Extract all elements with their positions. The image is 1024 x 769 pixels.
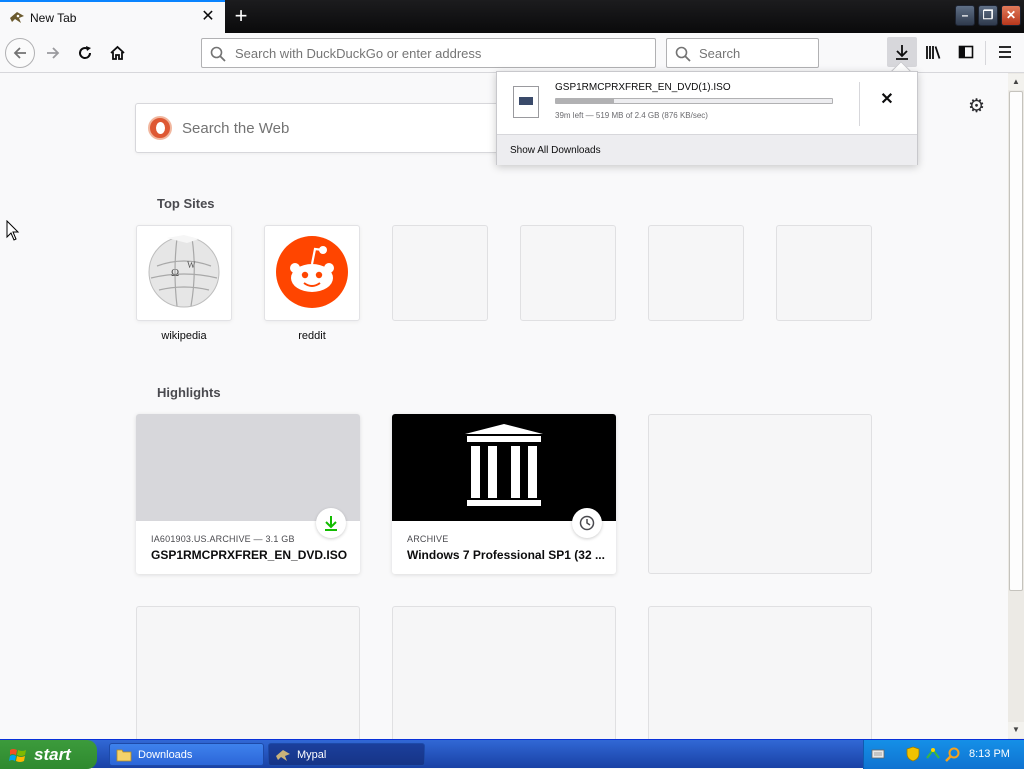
top-site-empty[interactable] — [392, 225, 488, 321]
tab-close-icon[interactable]: ✕ — [200, 7, 216, 27]
download-progress-fill — [556, 99, 614, 103]
search-icon — [675, 46, 691, 62]
clock[interactable]: 8:13 PM — [969, 748, 1010, 760]
vertical-scrollbar[interactable]: ▲ ▼ — [1008, 73, 1024, 739]
top-site-wikipedia[interactable]: Ω W — [136, 225, 232, 321]
iso-file-icon — [513, 86, 539, 118]
sidebar-icon — [958, 45, 974, 59]
taskbar-item-label: Mypal — [297, 749, 327, 761]
top-site-label[interactable]: reddit — [264, 330, 360, 342]
web-search-box[interactable]: Search the Web — [135, 103, 515, 153]
network-icon[interactable] — [925, 746, 941, 762]
highlight-source: ARCHIVE — [407, 534, 449, 544]
top-site-label[interactable]: wikipedia — [136, 330, 232, 342]
start-button[interactable]: start — [0, 740, 97, 769]
home-button[interactable] — [102, 38, 132, 68]
menu-button[interactable] — [990, 37, 1020, 67]
search-icon — [210, 46, 226, 62]
highlights-title: Highlights — [157, 385, 221, 400]
reddit-icon — [276, 236, 348, 308]
downloads-panel: GSP1RMCPRXFRER_EN_DVD(1).ISO 39m left — … — [496, 71, 918, 165]
svg-text:Ω: Ω — [171, 267, 179, 279]
panel-divider — [859, 82, 860, 126]
security-shield-icon[interactable] — [906, 746, 920, 762]
library-icon — [926, 46, 941, 59]
highlight-badge — [316, 508, 346, 538]
keyboard-icon[interactable] — [871, 748, 885, 760]
search-bar[interactable] — [666, 38, 819, 68]
toolbar-divider — [985, 41, 986, 65]
minimize-button[interactable]: – — [955, 5, 975, 26]
show-all-downloads-button[interactable]: Show All Downloads — [497, 134, 917, 165]
highlight-badge — [572, 508, 602, 538]
top-site-reddit[interactable] — [264, 225, 360, 321]
windows-flag-icon — [9, 749, 26, 762]
highlight-source: IA601903.US.ARCHIVE — 3.1 GB — [151, 534, 295, 544]
new-tab-button[interactable]: + — [229, 3, 253, 29]
close-window-button[interactable]: ✕ — [1001, 5, 1021, 26]
reload-button[interactable] — [70, 38, 100, 68]
top-sites-title: Top Sites — [157, 196, 215, 211]
wikipedia-icon: Ω W — [148, 235, 220, 308]
forward-button[interactable] — [38, 38, 68, 68]
highlight-card[interactable]: ARCHIVE Windows 7 Professional SP1 (32 .… — [392, 414, 616, 574]
back-arrow-icon — [13, 47, 26, 59]
mouse-cursor-icon — [6, 220, 20, 241]
top-site-empty[interactable] — [776, 225, 872, 321]
home-icon — [109, 45, 125, 60]
download-progress-bar — [555, 98, 833, 104]
download-file-name[interactable]: GSP1RMCPRXFRER_EN_DVD(1).ISO — [555, 82, 731, 93]
address-input[interactable] — [233, 39, 651, 67]
start-label: start — [34, 745, 71, 764]
taskbar-item-label: Downloads — [138, 749, 193, 761]
download-status: 39m left — 519 MB of 2.4 GB (876 KB/sec) — [555, 111, 708, 120]
cancel-download-icon[interactable]: ✕ — [877, 90, 897, 110]
scrollbar-thumb[interactable] — [1009, 91, 1023, 591]
taskbar-item-mypal[interactable]: Mypal — [268, 743, 425, 766]
tab-new-tab[interactable]: New Tab ✕ — [0, 0, 225, 33]
archive-building-icon — [465, 424, 543, 506]
folder-icon — [116, 749, 132, 762]
highlight-title: Windows 7 Professional SP1 (32 ... — [407, 548, 605, 562]
search-tray-icon[interactable] — [945, 746, 961, 762]
taskbar: start Downloads Mypal 8:13 PM — [0, 739, 1024, 769]
back-button[interactable] — [5, 38, 35, 68]
highlight-thumbnail — [136, 414, 360, 521]
address-bar[interactable] — [201, 38, 656, 68]
scroll-up-arrow-icon[interactable]: ▲ — [1008, 74, 1024, 90]
top-site-empty[interactable] — [648, 225, 744, 321]
library-button[interactable] — [919, 37, 949, 67]
highlight-card[interactable]: IA601903.US.ARCHIVE — 3.1 GB GSP1RMCPRXF… — [136, 414, 360, 574]
system-tray: 8:13 PM — [863, 740, 1024, 769]
download-icon — [325, 516, 337, 531]
restore-button[interactable]: ❐ — [978, 5, 998, 26]
mypal-favicon-icon — [10, 12, 24, 23]
search-input[interactable] — [697, 39, 815, 67]
gear-icon[interactable]: ⚙ — [968, 95, 985, 118]
top-site-empty[interactable] — [520, 225, 616, 321]
mypal-favicon-icon — [276, 750, 290, 761]
hamburger-menu-icon — [999, 46, 1011, 58]
new-tab-page: Search the Web ⚙ Top Sites Ω W wikipedia — [0, 73, 1008, 766]
sidebar-button[interactable] — [951, 37, 981, 67]
reload-icon — [79, 46, 92, 59]
highlight-placeholder — [648, 414, 872, 574]
highlight-thumbnail — [392, 414, 616, 521]
show-all-downloads-label: Show All Downloads — [510, 145, 601, 156]
svg-text:W: W — [187, 260, 196, 270]
clock-icon — [579, 515, 595, 531]
web-search-placeholder: Search the Web — [182, 120, 290, 137]
tab-title: New Tab — [30, 11, 77, 25]
download-arrow-icon — [896, 45, 908, 60]
duckduckgo-logo-icon — [148, 116, 172, 140]
scroll-down-arrow-icon[interactable]: ▼ — [1008, 722, 1024, 738]
highlight-title: GSP1RMCPRXFRER_EN_DVD.ISO — [151, 548, 348, 562]
tab-strip: New Tab ✕ + – ❐ ✕ — [0, 0, 1024, 33]
navigation-toolbar — [0, 33, 1024, 73]
taskbar-item-downloads[interactable]: Downloads — [109, 743, 264, 766]
forward-arrow-icon — [47, 47, 60, 59]
